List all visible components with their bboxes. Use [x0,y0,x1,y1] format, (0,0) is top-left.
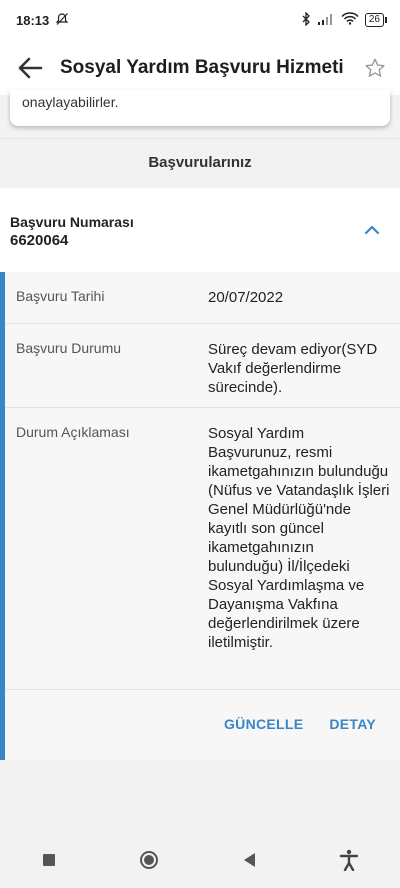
detail-row-date: Başvuru Tarihi 20/07/2022 [5,272,400,324]
signal-icon [317,13,335,28]
chevron-up-icon[interactable] [364,222,380,240]
section-title: Başvurularınız [0,138,400,185]
battery-icon: 26 [364,13,388,27]
system-nav-bar [0,836,400,888]
back-nav-button[interactable] [242,852,256,873]
detail-value: 20/07/2022 [208,289,284,306]
triangle-left-icon [243,852,255,867]
accessibility-icon [339,849,358,871]
back-button[interactable] [0,57,60,79]
square-icon [42,853,55,866]
favorite-button[interactable] [350,57,400,79]
app-bar: Sosyal Yardım Başvuru Hizmeti [0,40,400,95]
detail-row-status: Başvuru Durumu Süreç devam ediyor(SYD Va… [5,324,400,408]
update-button[interactable]: GÜNCELLE [224,716,303,732]
application-header[interactable]: Başvuru Numarası 6620064 [0,188,400,272]
detail-value: Süreç devam ediyor(SYD Vakıf değerlendir… [208,341,378,396]
notice-text: onaylayabilirler. [22,94,119,110]
recents-button[interactable] [42,853,56,872]
detail-row-description: Durum Açıklaması Sosyal Yardım Başvurunu… [5,408,400,690]
wifi-icon [341,12,359,28]
action-bar: GÜNCELLE DETAY [5,690,400,732]
application-number-value: 6620064 [10,232,69,249]
detail-button[interactable]: DETAY [329,716,376,732]
status-bar: 18:13 26 [0,0,400,40]
accessibility-button[interactable] [339,849,359,876]
detail-label: Başvuru Durumu [16,340,122,356]
arrow-left-icon [18,57,43,78]
mute-icon [55,12,69,29]
circle-icon [139,850,158,869]
detail-value: Sosyal Yardım Başvurunuz, resmi ikametga… [208,425,390,651]
home-button[interactable] [139,850,159,875]
bluetooth-icon [301,10,311,29]
detail-label: Durum Açıklaması [16,424,130,440]
detail-label: Başvuru Tarihi [16,288,105,304]
page-title: Sosyal Yardım Başvuru Hizmeti [60,56,344,78]
application-details: Başvuru Tarihi 20/07/2022 Başvuru Durumu… [0,272,400,760]
application-number-label: Başvuru Numarası [10,214,134,230]
status-time: 18:13 [16,12,50,28]
star-icon [365,58,385,77]
notice-card: onaylayabilirler. [10,90,390,126]
